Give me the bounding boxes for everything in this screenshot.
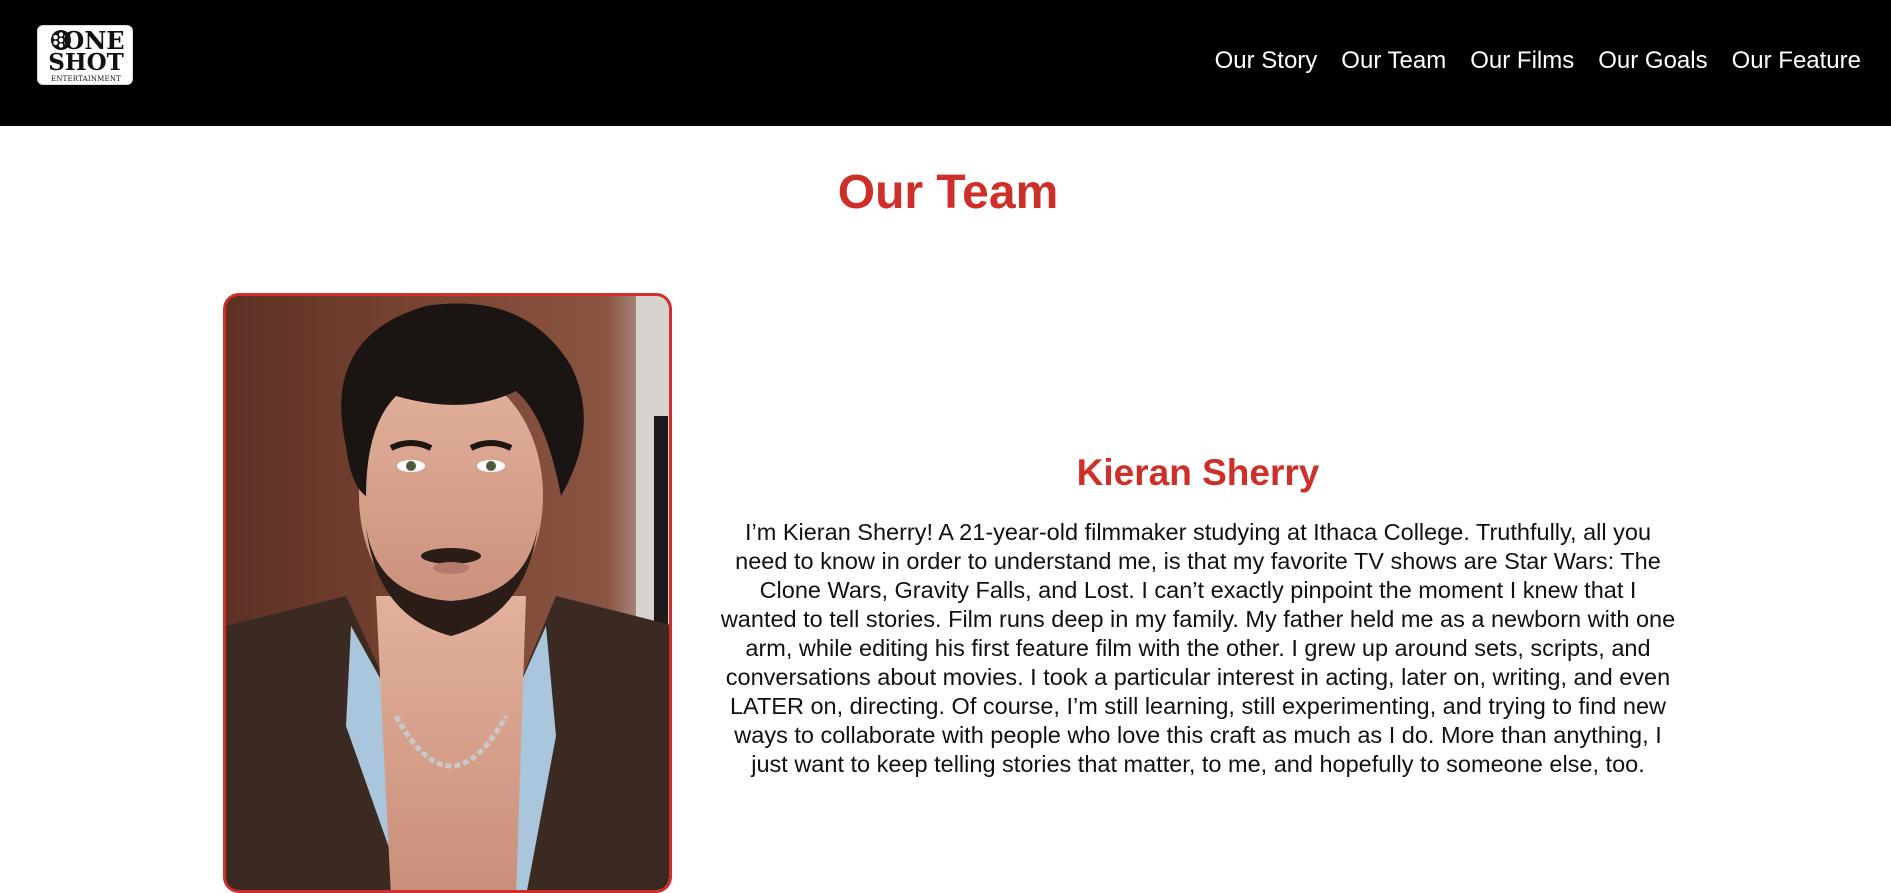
- nav-our-story[interactable]: Our Story: [1215, 44, 1318, 78]
- one-shot-logo[interactable]: ONE SHOT ENTERTAINMENT: [37, 25, 133, 85]
- main-nav: Our Story Our Team Our Films Our Goals O…: [1215, 44, 1861, 78]
- nav-our-feature[interactable]: Our Feature: [1732, 44, 1861, 78]
- nav-our-goals[interactable]: Our Goals: [1598, 44, 1707, 78]
- nav-our-team[interactable]: Our Team: [1341, 44, 1446, 78]
- portrait-image: [226, 296, 669, 890]
- nav-our-films[interactable]: Our Films: [1470, 44, 1574, 78]
- logo-text-entertainment: ENTERTAINMENT: [50, 75, 122, 83]
- member-portrait-photo: [223, 293, 672, 893]
- page-title: Our Team: [837, 166, 1059, 219]
- logo-text-shot: SHOT: [48, 49, 124, 76]
- member-bio: I’m Kieran Sherry! A 21-year-old filmmak…: [720, 519, 1676, 777]
- member-name: Kieran Sherry: [1076, 452, 1320, 493]
- top-navigation-bar: ONE SHOT ENTERTAINMENT Our Story Our Tea…: [0, 0, 1891, 126]
